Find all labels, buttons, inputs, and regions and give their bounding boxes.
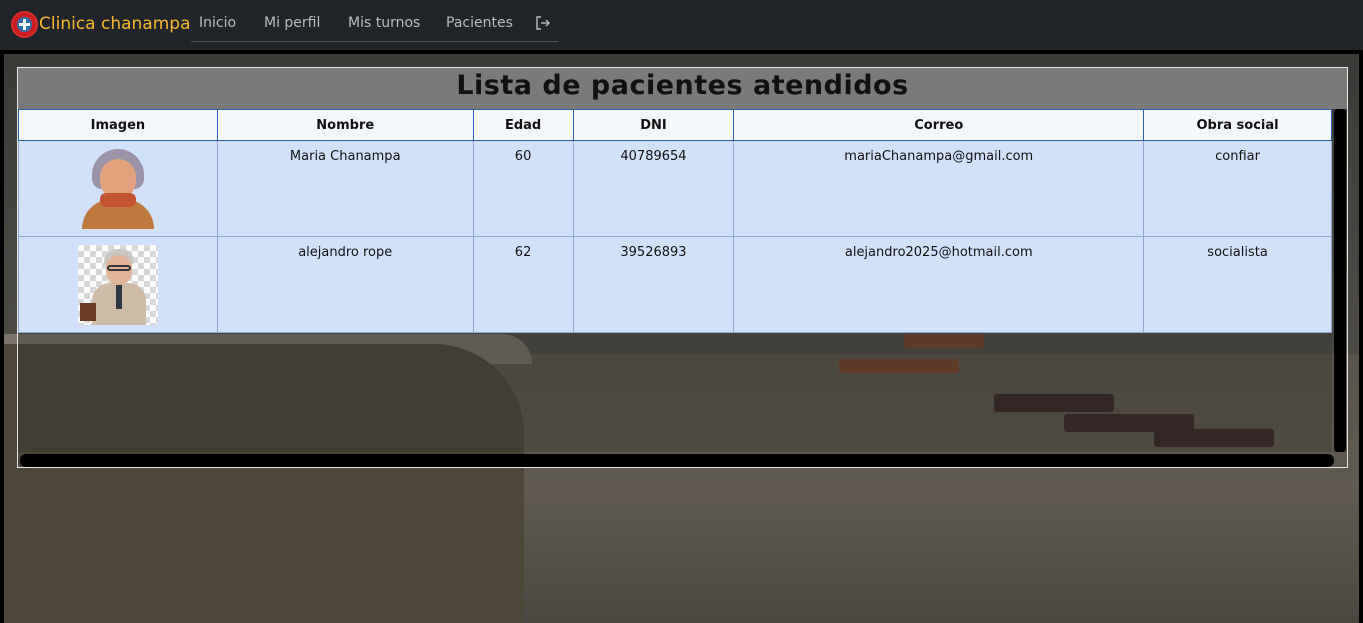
elderly-man-avatar <box>77 245 158 325</box>
cell-dni: 39526893 <box>572 236 735 333</box>
navbar: Clinica chanampa Inicio Mi perfil Mis tu… <box>0 0 1363 50</box>
nav-link-inicio[interactable]: Inicio <box>199 15 236 31</box>
brand[interactable]: Clinica chanampa <box>11 10 190 38</box>
cell-obra-social: confiar <box>1143 140 1332 237</box>
title-bar: Lista de pacientes atendidos <box>18 68 1347 109</box>
nav-link-mi-perfil[interactable]: Mi perfil <box>264 15 320 31</box>
cell-edad: 60 <box>472 140 574 237</box>
nav-link-pacientes[interactable]: Pacientes <box>446 15 513 31</box>
logout-icon[interactable] <box>535 15 551 31</box>
table-row[interactable]: Maria Chanampa 60 40789654 mariaChanampa… <box>18 140 1332 237</box>
horizontal-scrollbar[interactable] <box>20 454 1334 467</box>
nav-link-mis-turnos[interactable]: Mis turnos <box>348 15 420 31</box>
table-container[interactable]: Imagen Nombre Edad DNI Correo Obra socia… <box>18 109 1332 452</box>
table-row[interactable]: alejandro rope 62 39526893 alejandro2025… <box>18 236 1332 333</box>
cell-dni: 40789654 <box>572 140 735 237</box>
header-obra-social: Obra social <box>1143 109 1332 141</box>
cell-imagen <box>18 140 218 237</box>
header-imagen: Imagen <box>18 109 218 141</box>
cell-nombre: Maria Chanampa <box>216 140 474 237</box>
page-title: Lista de pacientes atendidos <box>456 70 909 101</box>
vertical-scrollbar[interactable] <box>1334 109 1346 452</box>
cell-edad: 62 <box>472 236 574 333</box>
cell-nombre: alejandro rope <box>216 236 474 333</box>
patients-table: Imagen Nombre Edad DNI Correo Obra socia… <box>18 109 1332 333</box>
table-header-row: Imagen Nombre Edad DNI Correo Obra socia… <box>18 109 1332 141</box>
cell-correo: mariaChanampa@gmail.com <box>733 140 1145 237</box>
nav-links: Inicio Mi perfil Mis turnos Pacientes <box>191 0 558 42</box>
cell-correo: alejandro2025@hotmail.com <box>733 236 1145 333</box>
header-nombre: Nombre <box>216 109 474 141</box>
patients-panel: Lista de pacientes atendidos Imagen Nomb… <box>17 67 1348 468</box>
cell-obra-social: socialista <box>1143 236 1332 333</box>
brand-name[interactable]: Clinica chanampa <box>39 14 190 34</box>
cell-imagen <box>18 236 218 333</box>
clinic-logo-icon <box>11 10 38 38</box>
elderly-woman-avatar <box>78 149 158 229</box>
header-dni: DNI <box>572 109 735 141</box>
header-correo: Correo <box>733 109 1145 141</box>
header-edad: Edad <box>472 109 574 141</box>
